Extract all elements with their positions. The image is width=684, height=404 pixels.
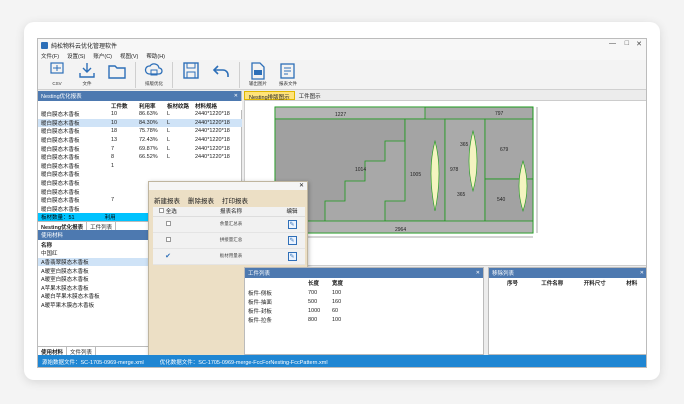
app-logo-icon	[41, 41, 48, 49]
toolbar-separator	[172, 62, 173, 88]
dimension-label: 2964	[395, 227, 406, 233]
checkmark-icon[interactable]: ✔	[165, 253, 171, 260]
table-header: 序号 工件名称 开料尺寸 材料	[507, 281, 638, 287]
table-row[interactable]: 暖白膜态木香板 10 84.30% L 2440*1220*18	[38, 118, 242, 128]
export-image-button[interactable]: 输出图片	[243, 60, 273, 90]
app-window: 純松物料云优化管理软件 — □ ✕ 文件(F) 设置(S) 账户(C) 视图(V…	[37, 38, 647, 368]
menu-settings[interactable]: 设置(S)	[67, 52, 85, 60]
csv-export-icon	[50, 62, 64, 74]
document-tabs: Nesting排版图示 工件图示	[244, 91, 646, 101]
report-file-button[interactable]: 报表文件	[273, 60, 303, 90]
part-list-panel: 工件列表 ✕ 长度 宽度 板件-侧板 700 100 板件-抽面 500 160 板件-…	[244, 267, 484, 355]
removed-table: 序号 工件名称 开料尺寸 材料	[489, 278, 646, 288]
close-icon[interactable]: ✕	[640, 270, 644, 276]
dimension-label: 365	[457, 192, 466, 198]
table-row[interactable]: 板件-抽面 500 160	[245, 297, 483, 306]
dimension-label: 365	[460, 142, 469, 148]
dialog-title-bar: ✕	[149, 182, 307, 190]
table-row[interactable]: 暖白膜态木香板 1	[38, 162, 242, 171]
print-report-button[interactable]: 打印报表	[222, 195, 248, 205]
close-icon[interactable]: ✕	[476, 270, 480, 276]
dimension-label: 540	[497, 197, 506, 203]
open-folder-button[interactable]	[102, 60, 132, 90]
source-file-status: 源始数据文件：SC-1705-0969-merge.xml	[42, 360, 144, 366]
table-row[interactable]: ✔ 板材用量表 ✎	[153, 248, 305, 265]
download-button[interactable]: 文件	[72, 60, 102, 90]
table-header: 全选 报表名称 编辑	[153, 207, 305, 217]
minimize-button[interactable]: —	[609, 40, 616, 47]
dimension-label: 797	[495, 111, 504, 117]
row-checkbox[interactable]	[165, 237, 171, 242]
dialog-close-icon[interactable]: ✕	[299, 182, 304, 189]
optimize-button[interactable]: 排版优化	[139, 60, 169, 90]
tab-file-list[interactable]: 文件列表	[67, 347, 97, 356]
csv-button[interactable]: CSV	[42, 60, 72, 90]
report-icon	[280, 63, 295, 79]
table-row[interactable]: 暖白膜态木香板 10 86.63% L 2440*1220*18	[38, 110, 242, 119]
toolbar-separator	[239, 62, 240, 88]
close-button[interactable]: ✕	[636, 40, 642, 48]
table-row[interactable]: 暖白膜态木香板 13 72.43% L 2440*1220*18	[38, 136, 242, 145]
edit-icon[interactable]: ✎	[287, 219, 297, 229]
window-title: 純松物料云优化管理软件	[51, 43, 118, 50]
toolbar: CSV 文件 排版优化 输出图片 报表文件	[38, 60, 646, 90]
menu-view[interactable]: 视图(V)	[120, 52, 138, 60]
tab-part-list[interactable]: 工件列表	[87, 222, 117, 231]
table-row[interactable]: 暖白膜态木香板	[38, 170, 242, 179]
table-row[interactable]: 板件-侧板 700 100	[245, 288, 483, 297]
export-file-icon	[251, 62, 265, 80]
panel-header: 工件列表 ✕	[245, 268, 483, 278]
dimension-label: 1014	[355, 167, 366, 173]
menu-help[interactable]: 帮助(H)	[146, 52, 165, 60]
removed-list-panel: 移除列表 ✕ 序号 工件名称 开料尺寸 材料	[488, 267, 646, 355]
select-all-checkbox[interactable]	[159, 208, 165, 214]
undo-button[interactable]	[206, 60, 236, 90]
edit-icon[interactable]: ✎	[287, 235, 297, 245]
table-row[interactable]: 余量汇总表 ✎	[153, 216, 305, 233]
table-row[interactable]: 暖白膜态木香板 8 66.52% L 2440*1220*18	[38, 153, 242, 162]
table-row[interactable]: 暖白膜态木香板 18 75.78% L 2440*1220*18	[38, 127, 242, 136]
status-bar: 源始数据文件：SC-1705-0969-merge.xml 优化数据文件：SC-…	[38, 355, 646, 367]
menu-bar: 文件(F) 设置(S) 账户(C) 视图(V) 帮助(H)	[38, 51, 646, 60]
save-button[interactable]	[176, 60, 206, 90]
download-icon	[79, 63, 95, 78]
table-header: 工件数 利用率 板材纹路 材料规格	[38, 101, 242, 110]
dimension-label: 679	[500, 147, 509, 153]
panel-header: 移除列表 ✕	[489, 268, 646, 278]
dimension-label: 1005	[410, 172, 421, 178]
close-icon[interactable]: ✕	[234, 93, 238, 99]
menu-file[interactable]: 文件(F)	[41, 52, 59, 60]
folder-open-icon	[108, 65, 126, 79]
table-row[interactable]: 拼接量汇总 ✎	[153, 232, 305, 249]
tab-part-diagram[interactable]: 工件图示	[295, 91, 325, 100]
dimension-label: 978	[450, 167, 459, 173]
tab-materials[interactable]: 使用材料	[38, 347, 68, 356]
panel-header: Nesting优化报表 ✕	[38, 91, 241, 101]
title-bar: 純松物料云优化管理软件 — □ ✕	[38, 39, 646, 51]
save-icon	[183, 62, 199, 79]
dimension-label: 1227	[335, 112, 346, 118]
delete-report-button[interactable]: 删除报表	[188, 195, 214, 205]
cloud-optimize-icon	[144, 63, 163, 76]
table-header: 长度 宽度	[308, 281, 344, 287]
table-row[interactable]: 暖白膜态木香板 7 69.87% L 2440*1220*18	[38, 144, 242, 153]
maximize-button[interactable]: □	[625, 40, 629, 47]
optimized-file-status: 优化数据文件：SC-1705-0969-merge-FccForNesting-…	[159, 360, 328, 366]
row-checkbox[interactable]	[165, 221, 171, 226]
toolbar-separator	[135, 62, 136, 88]
edit-icon[interactable]: ✎	[287, 251, 297, 261]
part-table: 长度 宽度 板件-侧板 700 100 板件-抽面 500 160 板件-封板 1000 6…	[245, 278, 483, 324]
table-row[interactable]: 板件-封板 1000 60	[245, 306, 483, 315]
dialog-buttons: 新建报表 删除报表 打印报表	[149, 190, 307, 207]
report-table: 全选 报表名称 编辑 余量汇总表 ✎ 拼接量汇总 ✎ ✔ 板材用量表 ✎	[153, 207, 305, 265]
menu-account[interactable]: 账户(C)	[93, 52, 112, 60]
new-report-button[interactable]: 新建报表	[154, 195, 180, 205]
tab-nesting-report[interactable]: Nesting优化报表	[38, 222, 88, 231]
tab-nesting-diagram[interactable]: Nesting排版图示	[244, 91, 295, 101]
undo-icon	[212, 65, 229, 77]
table-row[interactable]: 板件-拉条 800 100	[245, 315, 483, 324]
